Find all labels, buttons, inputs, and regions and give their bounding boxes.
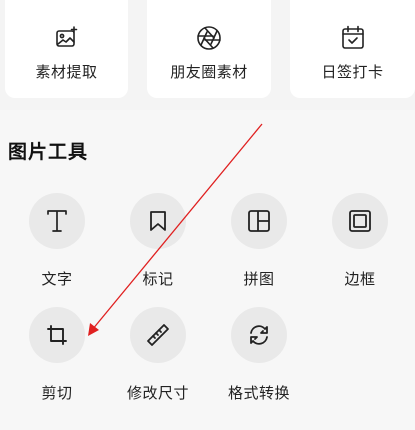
crop-icon [29, 307, 85, 363]
tool-resize-label: 修改尺寸 [126, 384, 189, 402]
tool-crop-label: 剪切 [41, 384, 73, 402]
frame-icon [332, 193, 388, 249]
material-extract-label: 素材提取 [35, 62, 98, 81]
tool-text-label: 文字 [41, 270, 73, 288]
tool-collage[interactable]: 拼图 [219, 193, 299, 289]
ruler-icon [130, 307, 186, 363]
section-title: 图片工具 [8, 141, 89, 163]
daily-signin-label: 日签打卡 [321, 62, 384, 81]
tool-collage-label: 拼图 [243, 270, 275, 288]
calendar-check-icon [340, 25, 366, 51]
moments-material-card[interactable]: 朋友圈素材 [147, 0, 271, 98]
tool-crop[interactable]: 剪切 [17, 307, 97, 403]
tool-text[interactable]: 文字 [17, 193, 97, 289]
text-icon [29, 193, 85, 249]
tool-frame-label: 边框 [344, 270, 376, 288]
moments-material-label: 朋友圈素材 [170, 62, 248, 81]
image-extract-icon [54, 25, 80, 51]
tool-resize[interactable]: 修改尺寸 [118, 307, 198, 403]
tool-frame[interactable]: 边框 [320, 193, 400, 289]
tool-mark-label: 标记 [142, 270, 174, 288]
collage-layout-icon [231, 193, 287, 249]
tool-mark[interactable]: 标记 [118, 193, 198, 289]
tool-format-convert[interactable]: 格式转换 [219, 307, 299, 403]
bookmark-icon [130, 193, 186, 249]
daily-signin-card[interactable]: 日签打卡 [290, 0, 415, 98]
tool-format-convert-label: 格式转换 [227, 384, 290, 402]
format-convert-icon [231, 307, 287, 363]
material-extract-card[interactable]: 素材提取 [5, 0, 128, 98]
top-shortcut-row: 素材提取 朋友圈素材 日签打卡 [0, 0, 415, 98]
aperture-icon [196, 25, 222, 51]
